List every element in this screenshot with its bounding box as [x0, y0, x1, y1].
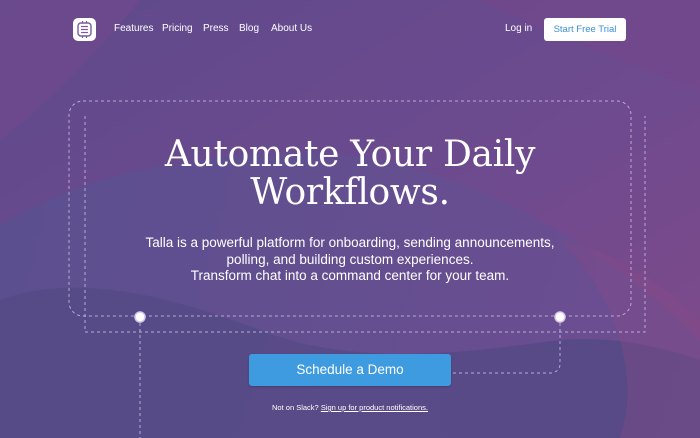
- nav-link-press[interactable]: Press: [203, 23, 229, 35]
- nav-link-about-us[interactable]: About Us: [271, 23, 312, 35]
- slack-note-text: Not on Slack?: [272, 403, 319, 412]
- start-free-trial-button[interactable]: Start Free Trial: [544, 18, 626, 41]
- slack-note: Not on Slack? Sign up for product notifi…: [200, 403, 500, 413]
- hero-subtitle-line-2: polling, and building custom experiences…: [226, 251, 474, 267]
- hero-title-line-1: Automate Your Daily: [164, 134, 536, 175]
- hero-subtitle-line-3: Transform chat into a command center for…: [190, 268, 510, 283]
- hero-subtitle-line-1: Talla is a powerful platform for onboard…: [145, 235, 555, 250]
- nav-link-pricing[interactable]: Pricing: [162, 23, 193, 35]
- nav-link-blog[interactable]: Blog: [239, 23, 259, 35]
- hero-title-line-2: Workflows.: [250, 172, 450, 213]
- hero-title: Automate Your Daily Workflows.: [100, 136, 600, 212]
- signup-notifications-link[interactable]: Sign up for product notifications.: [321, 403, 428, 412]
- login-link[interactable]: Log in: [505, 23, 532, 35]
- schedule-demo-button[interactable]: Schedule a Demo: [249, 354, 451, 386]
- landing-page: Features Pricing Press Blog About Us Log…: [0, 0, 700, 438]
- top-nav: Features Pricing Press Blog About Us Log…: [0, 0, 700, 58]
- hero-subtitle: Talla is a powerful platform for onboard…: [140, 235, 560, 285]
- nav-link-features[interactable]: Features: [114, 23, 153, 35]
- talla-logo-icon[interactable]: [73, 18, 96, 41]
